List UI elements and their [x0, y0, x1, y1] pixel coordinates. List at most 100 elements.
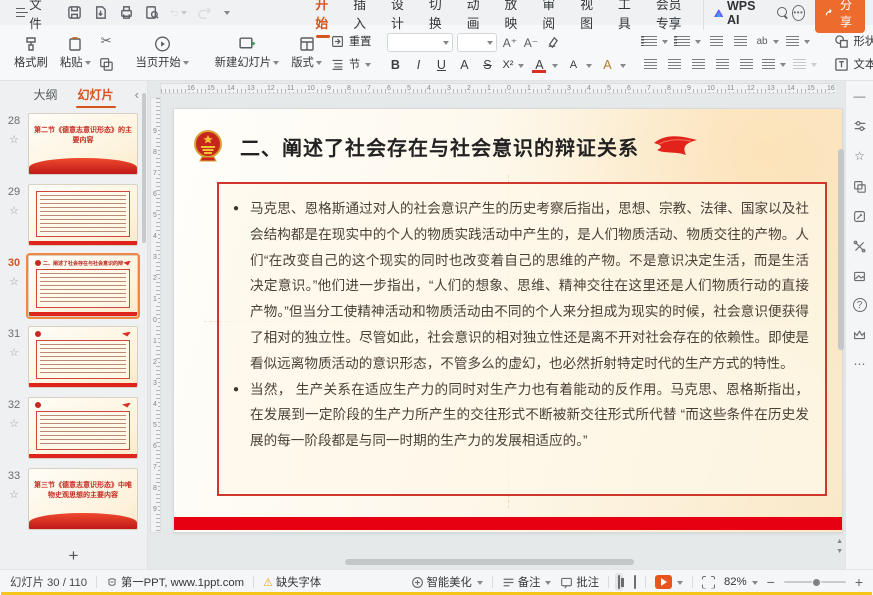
favorites-icon[interactable]: ☆	[852, 148, 868, 164]
zoom-level[interactable]: 82%	[724, 576, 758, 588]
font-size-input[interactable]	[461, 37, 485, 49]
tab-outline[interactable]: 大纲	[31, 82, 59, 107]
comment-button[interactable]: 批注	[560, 574, 599, 590]
decrease-font-icon[interactable]: A⁻	[522, 34, 539, 51]
font-size-combo[interactable]	[457, 33, 497, 52]
design-tools-icon[interactable]	[852, 208, 868, 224]
image-library-icon[interactable]	[852, 268, 868, 284]
section-button[interactable]: 节	[329, 56, 372, 73]
star-icon[interactable]: ☆	[9, 204, 19, 217]
align-justify-icon[interactable]	[714, 56, 731, 73]
redo-icon[interactable]	[196, 4, 213, 21]
align-right-icon[interactable]	[690, 56, 707, 73]
tab-animation[interactable]: 动画	[456, 0, 494, 35]
tab-home[interactable]: 开始	[304, 0, 342, 35]
normal-view-button[interactable]	[615, 573, 623, 591]
canvas-vertical-scrollbar[interactable]	[838, 97, 844, 533]
text-effect-button[interactable]: A	[599, 58, 626, 72]
char-border-button[interactable]: A	[456, 58, 472, 72]
notes-button[interactable]: 备注	[502, 574, 552, 590]
tab-slides[interactable]: 幻灯片	[76, 82, 116, 107]
star-icon[interactable]: ☆	[9, 346, 19, 359]
zoom-out-button[interactable]: −	[767, 574, 775, 590]
print-icon[interactable]	[118, 4, 135, 21]
reading-view-button[interactable]	[634, 576, 636, 588]
font-name-combo[interactable]	[387, 33, 453, 52]
star-icon[interactable]: ☆	[9, 133, 19, 146]
star-icon[interactable]: ☆	[9, 488, 19, 501]
material-library-icon[interactable]	[852, 178, 868, 194]
fit-to-window-icon[interactable]	[702, 576, 715, 589]
strikethrough-button[interactable]: S	[479, 58, 495, 72]
phonetic-guide-button[interactable]: ab	[756, 36, 778, 47]
increase-indent-icon[interactable]	[732, 33, 749, 50]
increase-font-icon[interactable]: A⁺	[501, 34, 518, 51]
tab-wps-ai[interactable]: WPS AI	[703, 0, 769, 30]
slide-thumbnail[interactable]: 第三节《德意志意识形态》中唯物史观思想的主要内容	[28, 468, 138, 530]
tab-membership[interactable]: 会员专享	[645, 0, 699, 35]
star-icon[interactable]: ☆	[9, 275, 19, 288]
zoom-in-button[interactable]: +	[855, 574, 863, 590]
tab-design[interactable]: 设计	[380, 0, 418, 35]
new-slide-button[interactable]: 新建幻灯片	[210, 33, 285, 72]
tab-review[interactable]: 审阅	[531, 0, 569, 35]
slide-title-block[interactable]: 二、阐述了社会存在与社会意识的辩证关系	[192, 119, 824, 173]
highlight-color-button[interactable]: A	[565, 59, 592, 71]
numbered-list-button[interactable]	[675, 36, 701, 46]
undo-icon[interactable]	[170, 4, 187, 21]
output-pdf-icon[interactable]	[92, 4, 109, 21]
slide-content-textbox[interactable]: 马克思、恩格斯通过对人的社会意识产生的历史考察后指出，思想、宗教、法律、国家以及…	[217, 182, 827, 496]
missing-font-warning[interactable]: ⚠ 缺失字体	[263, 574, 321, 590]
slide-thumbnail[interactable]	[28, 397, 138, 459]
panel-scrollbar[interactable]	[142, 93, 146, 243]
layout-button[interactable]: 版式	[286, 33, 327, 72]
superscript-button[interactable]: X²	[502, 59, 524, 71]
textbox-button[interactable]: 文本框	[833, 56, 873, 73]
appearance-icon[interactable]: •••	[792, 5, 805, 21]
cut-icon[interactable]: ✂	[98, 33, 115, 50]
current-slide[interactable]: 二、阐述了社会存在与社会意识的辩证关系 马克思、恩格斯通过对人的社会意识产生的历…	[174, 109, 842, 532]
bullet-list-button[interactable]	[642, 36, 668, 46]
font-color-button[interactable]: A	[531, 58, 558, 72]
slide-thumbnail[interactable]: 二、阐述了社会存在与社会意识的辩证关系	[28, 255, 138, 317]
tab-slideshow[interactable]: 放映	[494, 0, 532, 35]
copy-icon[interactable]	[98, 56, 115, 73]
shapes-button[interactable]: 形状	[833, 33, 873, 50]
more-panels-icon[interactable]: ⋯	[852, 356, 868, 372]
hide-dock-icon[interactable]: —	[852, 88, 868, 104]
add-slide-button[interactable]: +	[0, 543, 147, 569]
quickbar-customize-caret[interactable]	[224, 11, 230, 18]
distribute-text-icon[interactable]	[738, 56, 755, 73]
star-icon[interactable]: ☆	[9, 417, 19, 430]
play-from-current-button[interactable]: 当页开始	[131, 33, 194, 72]
slideshow-button[interactable]	[655, 575, 683, 589]
object-properties-icon[interactable]	[852, 118, 868, 134]
format-painter-button[interactable]: 格式刷	[9, 33, 53, 72]
clear-format-icon[interactable]	[543, 34, 560, 51]
slide-thumbnail[interactable]	[28, 184, 138, 246]
collapse-panel-icon[interactable]: ‹	[135, 87, 139, 102]
italic-button[interactable]: I	[410, 58, 426, 72]
slide-thumbnail[interactable]	[28, 326, 138, 388]
canvas-horizontal-scrollbar[interactable]	[160, 559, 819, 565]
smart-beautify-button[interactable]: 智能美化	[411, 574, 483, 590]
zoom-slider-knob[interactable]	[812, 578, 821, 587]
help-icon[interactable]: ?	[853, 298, 867, 312]
underline-button[interactable]: U	[433, 58, 449, 72]
text-direction-button[interactable]	[786, 36, 810, 46]
tab-view[interactable]: 视图	[569, 0, 607, 35]
print-preview-icon[interactable]	[144, 4, 161, 21]
align-left-icon[interactable]	[642, 56, 659, 73]
slide-thumbnail[interactable]: 第二节《德意志意识形态》的主要内容	[28, 113, 138, 175]
paragraph-layout-button[interactable]	[793, 59, 817, 69]
zoom-slider[interactable]	[784, 581, 846, 583]
membership-icon[interactable]	[852, 326, 868, 342]
previous-slide-button[interactable]: ▲	[836, 538, 843, 545]
paste-button[interactable]: 粘贴	[55, 33, 96, 72]
tab-insert[interactable]: 插入	[342, 0, 380, 35]
reset-button[interactable]: 重置	[329, 33, 372, 50]
line-spacing-button[interactable]	[762, 59, 786, 69]
align-center-icon[interactable]	[666, 56, 683, 73]
tab-transition[interactable]: 切换	[418, 0, 456, 35]
next-slide-button[interactable]: ▼	[836, 548, 843, 555]
